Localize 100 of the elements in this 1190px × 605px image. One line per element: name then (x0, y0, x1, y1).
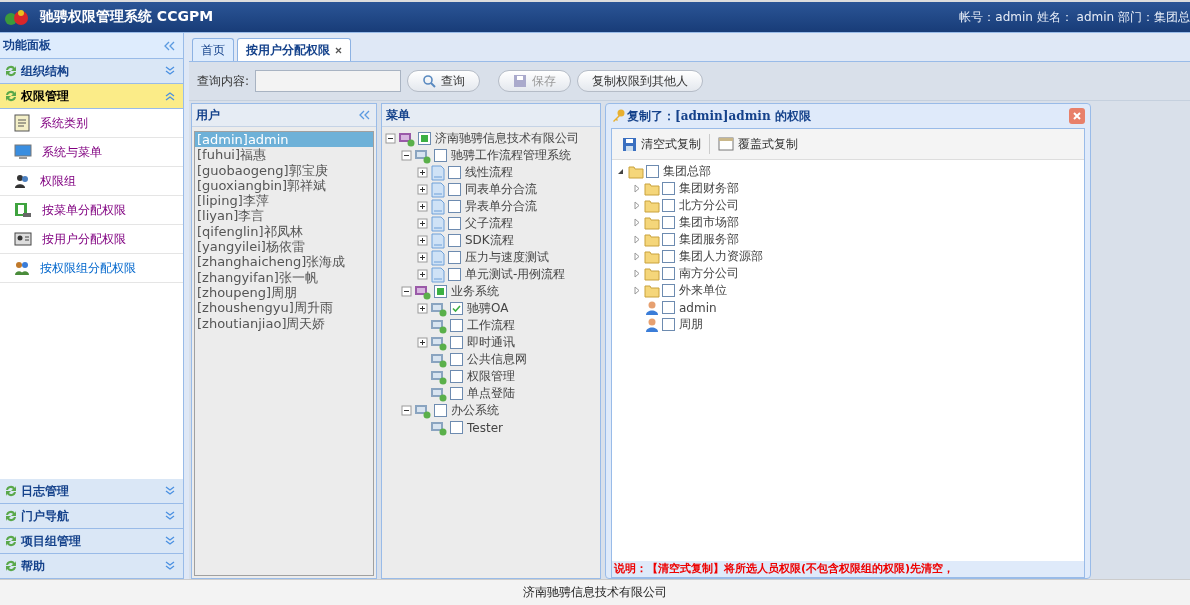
list-item[interactable]: [liyan]李言 (195, 208, 373, 224)
nav-link[interactable]: 按权限组分配权限 (0, 254, 183, 283)
expand-arrow-icon[interactable] (631, 268, 642, 279)
nav-link[interactable]: 系统类别 (0, 109, 183, 138)
expand-icon[interactable] (165, 536, 175, 546)
tree-node-label[interactable]: 驰骋OA (467, 300, 509, 317)
accordion-header[interactable]: 日志管理 (0, 479, 183, 504)
checkbox[interactable] (434, 285, 447, 298)
plus-icon[interactable] (417, 218, 428, 229)
accordion-header[interactable]: 组织结构 (0, 59, 183, 84)
list-item[interactable]: [liping]李萍 (195, 193, 373, 209)
checkbox[interactable] (662, 250, 675, 263)
plus-icon[interactable] (417, 184, 428, 195)
list-item[interactable]: [zhoutianjiao]周天娇 (195, 315, 373, 331)
checkbox[interactable] (662, 199, 675, 212)
close-button[interactable] (1069, 108, 1085, 124)
copy-button[interactable]: 复制权限到其他人 (577, 70, 704, 92)
nav-link[interactable]: 系统与菜单 (0, 138, 183, 167)
checkbox[interactable] (450, 336, 463, 349)
accordion-header[interactable]: 项目组管理 (0, 529, 183, 554)
tree-node-label[interactable]: 业务系统 (451, 283, 499, 300)
tree-node-label[interactable]: 周朋 (679, 316, 703, 333)
expand-arrow-icon[interactable] (631, 217, 642, 228)
tab[interactable]: 按用户分配权限 (237, 38, 351, 61)
list-item[interactable]: [zhanghaicheng]张海成 (195, 254, 373, 270)
tree-node-label[interactable]: 单元测试-用例流程 (465, 266, 566, 283)
tree-node-label[interactable]: 线性流程 (465, 164, 513, 181)
checkbox[interactable] (662, 267, 675, 280)
list-item[interactable]: [zhoupeng]周朋 (195, 284, 373, 301)
tree-node-label[interactable]: SDK流程 (465, 232, 514, 249)
checkbox[interactable] (450, 302, 463, 315)
checkbox[interactable] (448, 166, 461, 179)
checkbox[interactable] (448, 268, 461, 281)
tree-node-label[interactable]: 集团人力资源部 (679, 248, 763, 265)
list-item[interactable]: [fuhui]福惠 (195, 147, 373, 163)
tree-node-label[interactable]: 工作流程 (467, 317, 515, 334)
minus-icon[interactable] (385, 133, 396, 144)
tree-node-label[interactable]: 集团市场部 (679, 214, 739, 231)
nav-link[interactable]: 按菜单分配权限 (0, 196, 183, 225)
tree-node-label[interactable]: 父子流程 (465, 215, 513, 232)
collapse-icon[interactable] (164, 40, 175, 51)
tree-node-label[interactable]: 压力与速度测试 (465, 249, 549, 266)
checkbox[interactable] (450, 421, 463, 434)
tree-node-label[interactable]: Tester (467, 420, 503, 435)
close-icon[interactable] (335, 46, 342, 54)
checkbox[interactable] (448, 183, 461, 196)
minus-icon[interactable] (401, 150, 412, 161)
nav-link[interactable]: 权限组 (0, 167, 183, 196)
tab[interactable]: 首页 (192, 38, 234, 61)
list-item[interactable]: [zhoushengyu]周升雨 (195, 300, 373, 316)
list-item[interactable]: [guobaogeng]郭宝庚 (195, 162, 373, 178)
plus-icon[interactable] (417, 235, 428, 246)
list-item[interactable]: [guoxiangbin]郭祥斌 (195, 177, 373, 194)
checkbox[interactable] (450, 319, 463, 332)
tree-node-label[interactable]: 同表单分合流 (465, 181, 537, 198)
toolbar-button[interactable]: 清空式复制 (618, 135, 705, 153)
checkbox[interactable] (434, 149, 447, 162)
accordion-header[interactable]: 权限管理 (0, 84, 183, 109)
list-item[interactable]: [qifenglin]祁凤林 (195, 223, 373, 240)
tree-node-label[interactable]: 外来单位 (679, 282, 727, 299)
nav-link[interactable]: 按用户分配权限 (0, 225, 183, 254)
expand-arrow-icon[interactable] (631, 285, 642, 296)
tree-node-label[interactable]: 南方分公司 (679, 265, 739, 282)
expand-arrow-icon[interactable] (631, 183, 642, 194)
minus-icon[interactable] (401, 405, 412, 416)
tree-node-label[interactable]: admin (679, 300, 717, 315)
tree-node-label[interactable]: 即时通讯 (467, 334, 515, 351)
tree-node-label[interactable]: 济南驰骋信息技术有限公司 (435, 130, 579, 147)
list-item[interactable]: [zhangyifan]张一帆 (195, 269, 373, 285)
tree-node-label[interactable]: 办公系统 (451, 402, 499, 419)
tree-node-label[interactable]: 集团服务部 (679, 231, 739, 248)
accordion-header[interactable]: 门户导航 (0, 504, 183, 529)
checkbox[interactable] (450, 353, 463, 366)
collapse-icon[interactable] (165, 91, 175, 101)
plus-icon[interactable] (417, 337, 428, 348)
expand-arrow-icon[interactable] (631, 234, 642, 245)
accordion-header[interactable]: 帮助 (0, 554, 183, 579)
tree-node-label[interactable]: 集团总部 (663, 163, 711, 180)
collapse-icon[interactable] (359, 110, 370, 120)
plus-icon[interactable] (417, 201, 428, 212)
toolbar-button[interactable]: 覆盖式复制 (714, 135, 802, 153)
plus-icon[interactable] (417, 167, 428, 178)
plus-icon[interactable] (417, 303, 428, 314)
checkbox[interactable] (450, 370, 463, 383)
expand-icon[interactable] (165, 66, 175, 76)
checkbox[interactable] (662, 318, 675, 331)
plus-icon[interactable] (417, 269, 428, 280)
list-item[interactable]: [yangyilei]杨依雷 (195, 239, 373, 255)
checkbox[interactable] (450, 387, 463, 400)
query-button[interactable]: 查询 (407, 70, 481, 92)
checkbox[interactable] (448, 251, 461, 264)
checkbox[interactable] (662, 284, 675, 297)
checkbox[interactable] (662, 182, 675, 195)
tree-node-label[interactable]: 权限管理 (467, 368, 515, 385)
expand-arrow-icon[interactable] (631, 251, 642, 262)
expand-icon[interactable] (165, 561, 175, 571)
plus-icon[interactable] (417, 252, 428, 263)
checkbox[interactable] (448, 234, 461, 247)
tree-node-label[interactable]: 异表单分合流 (465, 198, 537, 215)
checkbox[interactable] (448, 217, 461, 230)
